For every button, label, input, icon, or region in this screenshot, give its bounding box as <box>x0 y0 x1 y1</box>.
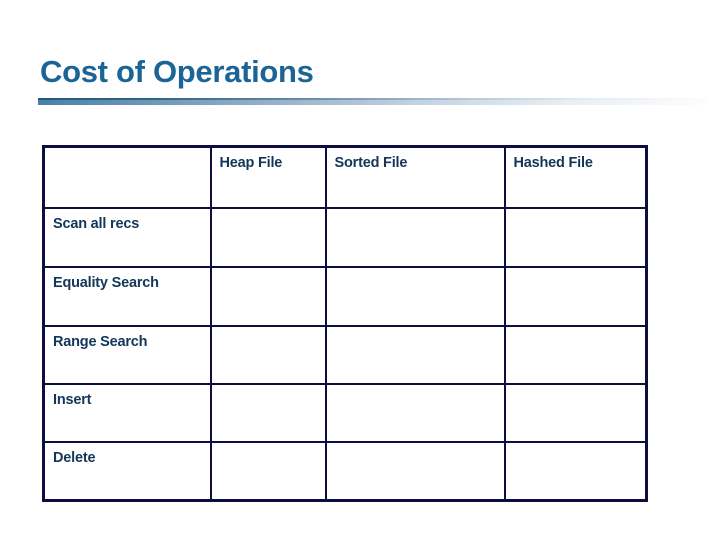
cost-of-operations-table: Heap File Sorted File Hashed File Scan a… <box>42 145 648 502</box>
cell-range-search-sorted[interactable] <box>324 325 506 385</box>
cell-insert-sorted[interactable] <box>324 383 506 443</box>
row-label-insert: Insert <box>42 383 212 443</box>
cell-range-search-hashed[interactable] <box>503 325 648 385</box>
table-header-row: Heap File Sorted File Hashed File <box>42 145 648 209</box>
column-header-heap-file: Heap File <box>209 145 327 209</box>
column-header-hashed-file: Hashed File <box>503 145 648 209</box>
cell-range-search-heap[interactable] <box>209 325 327 385</box>
table-row: Scan all recs <box>42 207 648 268</box>
row-label-scan-all-recs: Scan all recs <box>42 207 212 268</box>
slide-canvas: Cost of Operations Heap File Sorted File… <box>0 0 720 540</box>
row-label-delete: Delete <box>42 441 212 502</box>
cell-insert-heap[interactable] <box>209 383 327 443</box>
cell-scan-all-recs-hashed[interactable] <box>503 207 648 268</box>
table-row: Equality Search <box>42 266 648 327</box>
title-underline-body <box>38 100 706 105</box>
table-row: Insert <box>42 383 648 443</box>
cell-equality-search-heap[interactable] <box>209 266 327 327</box>
cell-equality-search-hashed[interactable] <box>503 266 648 327</box>
cell-equality-search-sorted[interactable] <box>324 266 506 327</box>
cell-delete-heap[interactable] <box>209 441 327 502</box>
table-corner-header <box>42 145 212 209</box>
title-underline-rule <box>38 98 706 105</box>
column-header-sorted-file: Sorted File <box>324 145 506 209</box>
table-row: Delete <box>42 441 648 502</box>
cell-scan-all-recs-heap[interactable] <box>209 207 327 268</box>
cell-insert-hashed[interactable] <box>503 383 648 443</box>
row-label-equality-search: Equality Search <box>42 266 212 327</box>
cell-delete-sorted[interactable] <box>324 441 506 502</box>
cell-scan-all-recs-sorted[interactable] <box>324 207 506 268</box>
page-title: Cost of Operations <box>40 54 314 89</box>
row-label-range-search: Range Search <box>42 325 212 385</box>
cell-delete-hashed[interactable] <box>503 441 648 502</box>
table-row: Range Search <box>42 325 648 385</box>
